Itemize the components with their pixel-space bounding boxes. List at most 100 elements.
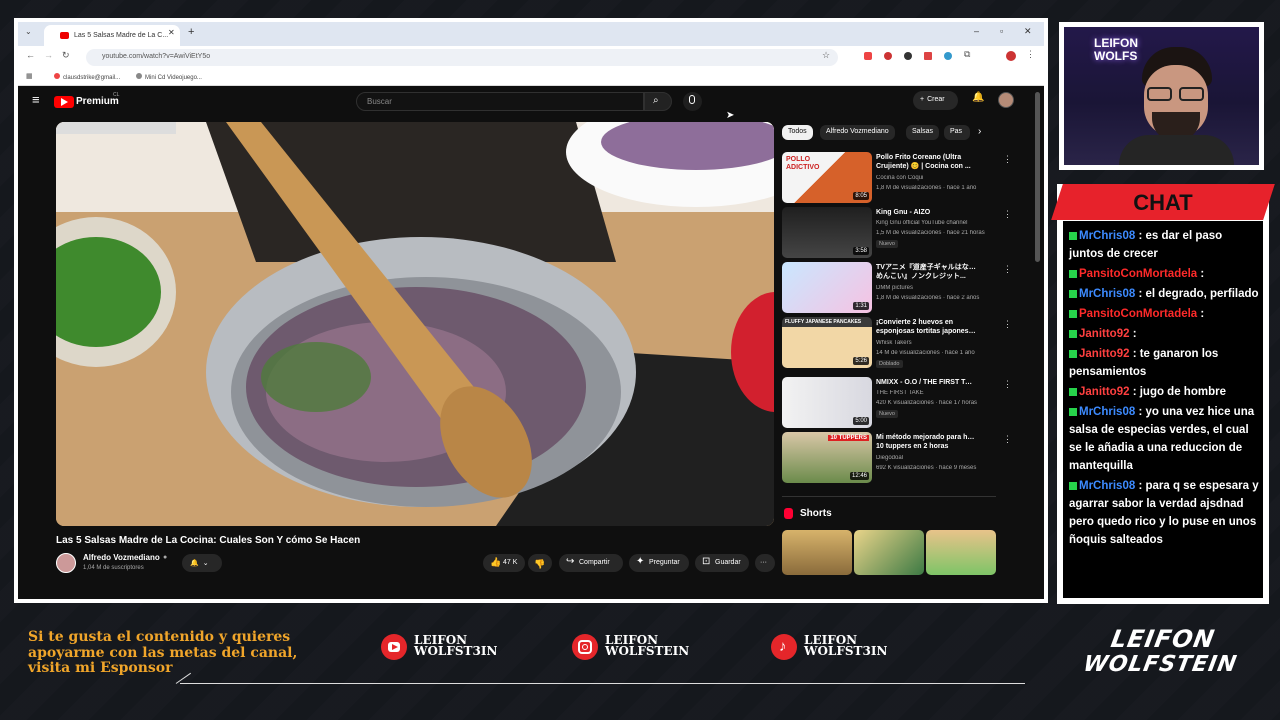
ask-button[interactable]: ✦ Preguntar [629,554,689,572]
address-bar-row: ← → ↻ youtube.com/watch?v=AwiViEtY5o ☆ ⧉… [18,46,1044,68]
voice-search-mic-icon[interactable] [683,92,702,111]
social-line2: WOLFST3IN [414,644,498,658]
new-tab-button[interactable]: + [188,26,194,38]
dislike-button[interactable]: 👎 [528,554,552,572]
chat-username[interactable]: Janitto92 [1079,386,1130,398]
recommendation-item[interactable]: 3:58 King Gnu - AIZO King Gnu official Y… [782,207,1012,259]
recommendation-item[interactable]: 1:31 TVアニメ『道産子ギャルはなまら めんこい』ノンクレジット... DM… [782,262,1012,314]
chip-salsas[interactable]: Salsas [906,125,940,140]
channel-avatar[interactable] [56,553,76,573]
short-thumbnail[interactable] [854,530,924,575]
kebab-menu-icon[interactable]: ⋮ [1003,319,1012,330]
rec-title: TVアニメ『道産子ギャルはなまら [876,264,976,271]
extension-icon[interactable] [924,52,932,60]
kebab-menu-icon[interactable]: ⋮ [1003,154,1012,165]
youtube-logo-icon[interactable] [54,96,74,108]
youtube-social[interactable]: LEIFON WOLFST3IN [381,633,521,661]
subscription-bell-button[interactable]: 🔔 ⌄ [182,554,222,572]
recommendation-item[interactable]: 5:00 NMIXX - O.O / THE FIRST TAKE THE FI… [782,377,1012,429]
minimize-icon[interactable]: – [974,26,979,36]
forward-icon[interactable]: → [44,50,53,60]
profile-avatar-icon[interactable] [1006,51,1016,61]
search-input[interactable]: Buscar [356,92,644,111]
plus-icon: + [920,96,925,103]
video-player[interactable] [56,122,774,526]
recommendation-item[interactable]: POLLO ADICTIVO 8:05 Pollo Frito Coreano (… [782,152,1012,204]
recommendation-item[interactable]: 10 TUPPERS 12:46 Mi método mejorado para … [782,432,1012,484]
account-avatar[interactable] [998,92,1014,108]
tab-list-chevron-icon[interactable]: ⌄ [25,27,32,36]
bookmark-star-icon[interactable]: ☆ [822,50,830,61]
recommendation-item[interactable]: FLUFFY JAPANESE PANCAKES 5:26 ¡Convierte … [782,317,1012,369]
badge-icon [1069,387,1077,396]
rec-title: Crujiente) 😊 | Cocina con ... [876,163,971,170]
extension-icon[interactable] [864,52,872,60]
notifications-bell-icon[interactable]: 🔔 [972,92,984,103]
badge-icon [1069,349,1077,358]
extension-icon[interactable] [884,52,892,60]
extension-icon[interactable] [904,52,912,60]
bookmark-item[interactable]: Mini Cd Videojuego... [136,73,202,81]
youtube-favicon-icon [60,32,69,39]
chip-channel[interactable]: Alfredo Vozmediano [820,125,895,140]
chat-message: Janitto92 : te ganaron los pensamientos [1069,345,1259,381]
tab-title: Las 5 Salsas Madre de La C... [74,32,169,39]
chat-message: Janitto92 : [1069,325,1259,343]
search-button[interactable]: ⌕ [644,92,672,111]
chat-username[interactable]: MrChris08 [1079,230,1135,242]
chat-username[interactable]: Janitto92 [1079,348,1130,360]
extension-icon[interactable] [944,52,952,60]
bookmark-item[interactable]: clausdstrike@gmail... [54,73,120,81]
kebab-menu-icon[interactable]: ⋮ [1003,209,1012,220]
video-thumbnail: 1:31 [782,262,872,313]
kebab-menu-icon[interactable]: ⋮ [1003,379,1012,390]
kebab-menu-icon[interactable]: ⋮ [1003,264,1012,275]
chat-username[interactable]: Janitto92 [1079,328,1130,340]
video-thumbnail: 3:58 [782,207,872,258]
back-icon[interactable]: ← [26,50,35,60]
chip-todos[interactable]: Todos [782,125,813,140]
share-icon: ↪ [566,556,575,567]
close-tab-icon[interactable]: ✕ [168,28,175,37]
sparkle-icon: ✦ [636,556,645,567]
chevron-down-icon: ⌄ [202,560,209,567]
rec-channel: Diegodoal [876,455,904,461]
kebab-menu-icon[interactable]: ⋮ [1003,434,1012,445]
chips-next-chevron-icon[interactable]: › [978,126,981,137]
extensions-puzzle-icon[interactable]: ⧉ [964,49,970,60]
short-thumbnail[interactable] [926,530,996,575]
chat-message: MrChris08 : el degrado, perfilado [1069,285,1259,303]
browser-tab[interactable]: Las 5 Salsas Madre de La C... [44,25,180,46]
reload-icon[interactable]: ↻ [62,50,70,61]
hamburger-menu-icon[interactable]: ≡ [32,92,40,107]
close-window-icon[interactable]: ✕ [1024,26,1032,37]
page-scrollbar[interactable] [1035,92,1040,262]
apps-grid-icon[interactable]: ▦ [26,72,33,80]
chat-username[interactable]: PansitoConMortadela [1079,308,1197,320]
chat-username[interactable]: MrChris08 [1079,480,1135,492]
create-button[interactable]: + Crear [913,91,958,110]
verified-icon: ● [163,554,168,561]
maximize-icon[interactable]: ▫ [1000,26,1003,36]
more-actions-button[interactable]: ··· [755,554,775,572]
share-label: Compartir [579,559,610,566]
footer-divider [180,683,1025,684]
chat-username[interactable]: MrChris08 [1079,406,1135,418]
instagram-social[interactable]: LEIFON WOLFSTEIN [572,633,712,661]
short-thumbnail[interactable] [782,530,852,575]
chat-username[interactable]: MrChris08 [1079,288,1135,300]
browser-menu-icon[interactable]: ⋮ [1026,49,1035,60]
video-thumbnail: FLUFFY JAPANESE PANCAKES 5:26 [782,317,872,368]
chat-username[interactable]: PansitoConMortadela [1079,268,1197,280]
chat-message: MrChris08 : es dar el paso juntos de cre… [1069,227,1259,263]
url-field[interactable]: youtube.com/watch?v=AwiViEtY5o [86,49,838,66]
chip-pasta[interactable]: Pas [944,125,970,140]
channel-name[interactable]: Alfredo Vozmediano [83,553,160,562]
save-label: Guardar [715,559,741,566]
share-button[interactable]: ↪ Compartir [559,554,623,572]
chat-text: : el degrado, perfilado [1135,288,1259,300]
save-button[interactable]: ⊡ Guardar [695,554,749,572]
like-button[interactable]: 👍 47 K [483,554,525,572]
tiktok-social[interactable]: ♪ LEIFON WOLFST3IN [771,633,911,661]
rec-title: 10 tuppers en 2 horas [876,443,949,450]
